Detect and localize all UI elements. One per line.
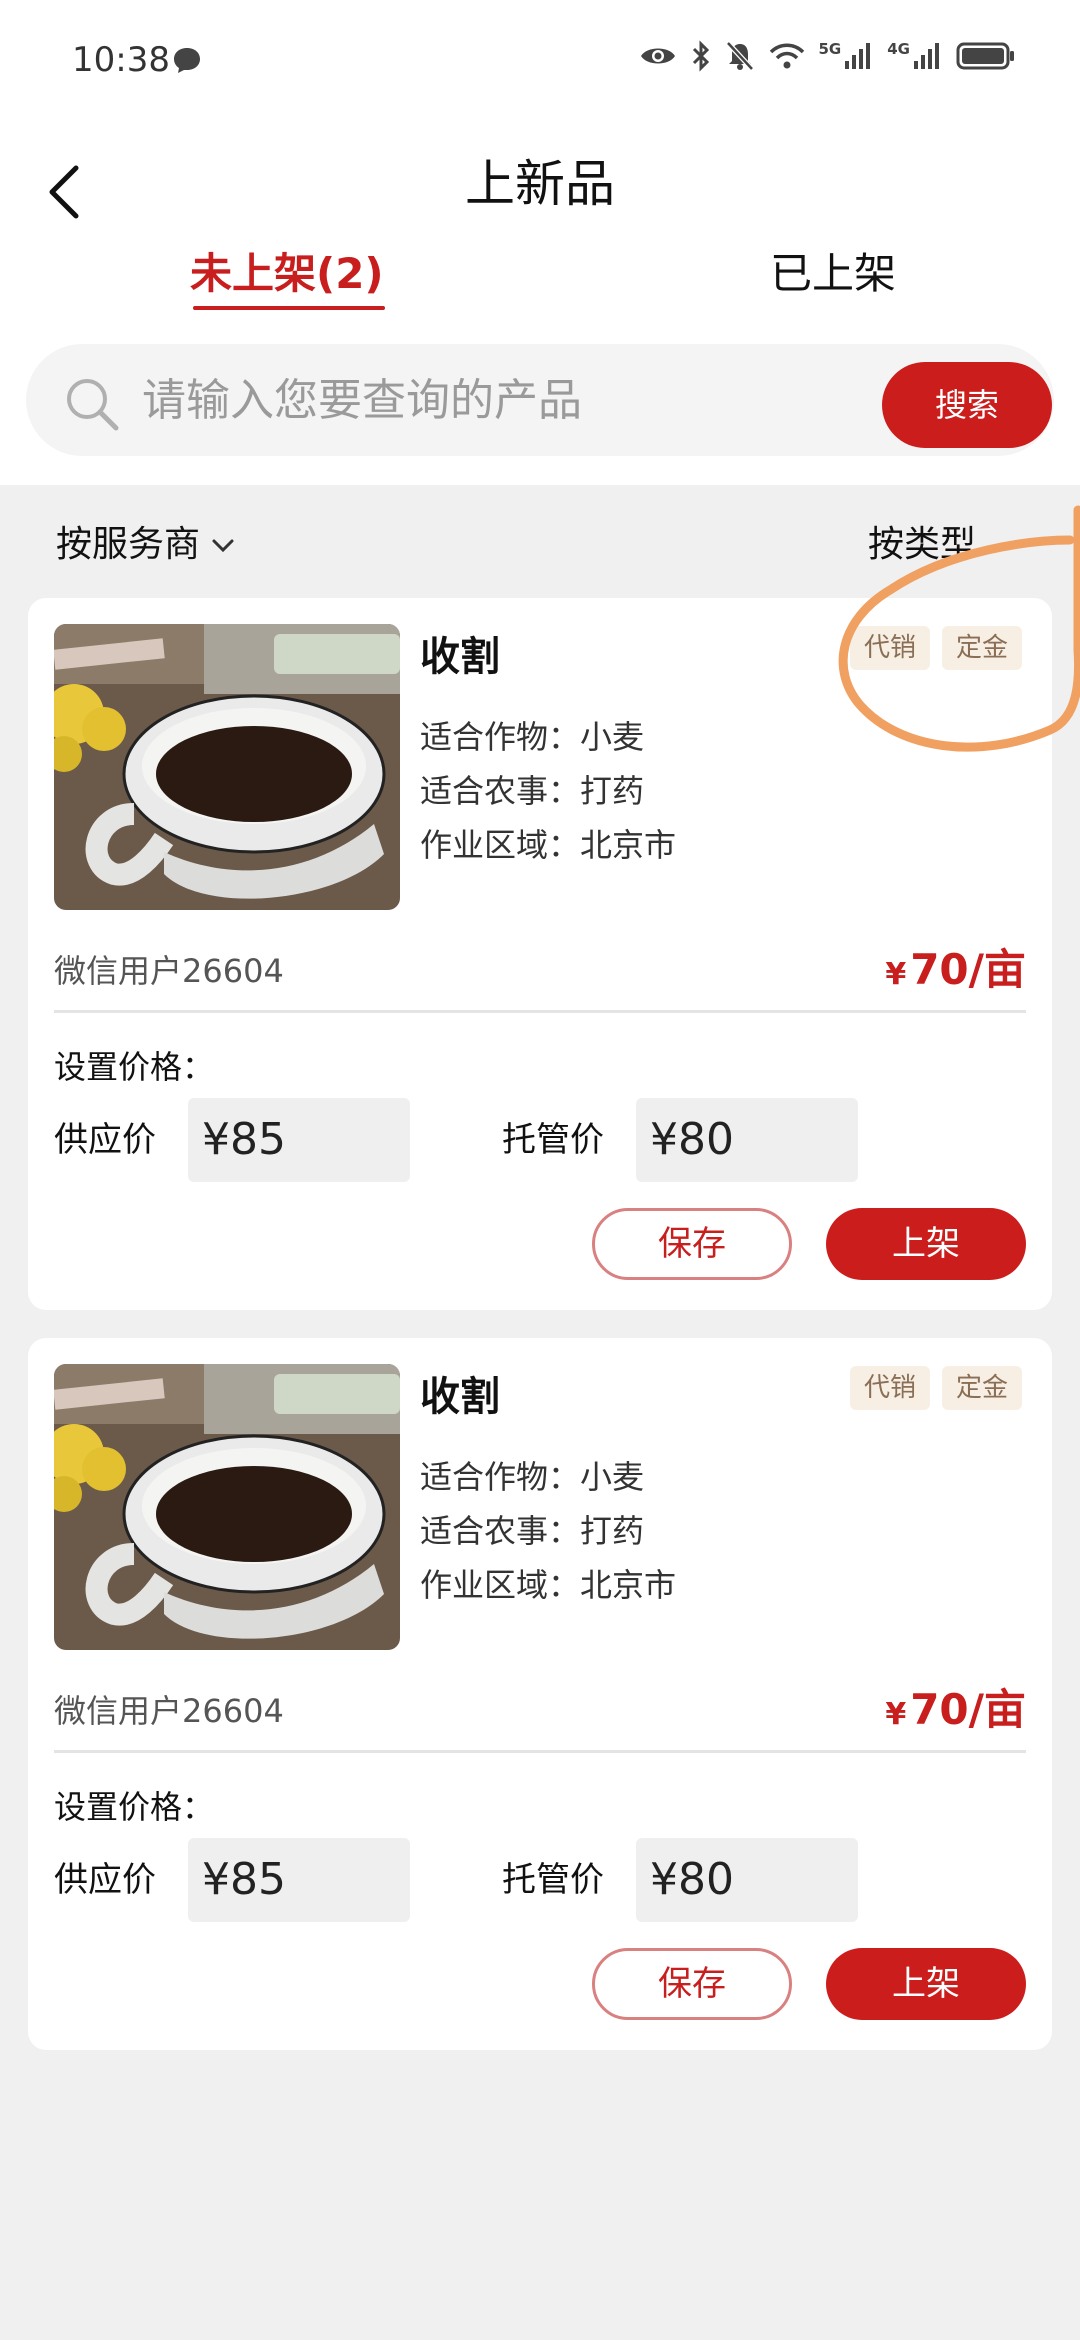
product-crop: 适合作物：小麦 bbox=[420, 1458, 645, 1496]
seller-name: 微信用户26604 bbox=[54, 1692, 284, 1730]
tab-unlisted[interactable]: 未上架(2) bbox=[190, 240, 390, 320]
seller-name: 微信用户26604 bbox=[54, 952, 284, 990]
status-bar: 10:38 5G 4G bbox=[0, 0, 1080, 120]
wifi-icon bbox=[769, 42, 805, 70]
save-button[interactable]: 保存 bbox=[592, 1208, 792, 1280]
search-area: 搜索 bbox=[0, 340, 1080, 485]
header: 上新品 未上架(2) 已上架 bbox=[0, 120, 1080, 340]
eye-icon bbox=[639, 43, 677, 69]
list-button[interactable]: 上架 bbox=[826, 1948, 1026, 2020]
divider bbox=[54, 1750, 1026, 1753]
battery-icon bbox=[956, 41, 1016, 71]
custody-price-label: 托管价 bbox=[502, 1860, 604, 1900]
supply-price-label: 供应价 bbox=[54, 1120, 156, 1160]
product-farming: 适合农事：打药 bbox=[420, 1512, 645, 1550]
network-4g-label: 4G bbox=[887, 40, 910, 58]
divider bbox=[54, 1010, 1026, 1013]
price-currency: ¥ bbox=[885, 957, 907, 992]
tag-consign: 代销 bbox=[850, 1366, 931, 1410]
product-area: 作业区域：北京市 bbox=[420, 826, 677, 864]
tab-listed-label: 已上架 bbox=[770, 249, 897, 298]
custody-price-label: 托管价 bbox=[502, 1120, 604, 1160]
network-5g-label: 5G bbox=[818, 40, 842, 58]
chat-icon bbox=[172, 46, 202, 78]
search-box: 搜索 bbox=[26, 344, 1054, 456]
filter-provider-label: 按服务商 bbox=[56, 524, 201, 565]
tab-listed[interactable]: 已上架 bbox=[770, 240, 900, 320]
tab-active-indicator bbox=[193, 306, 385, 310]
product-price: ¥70/亩 bbox=[885, 936, 1026, 997]
product-name: 收割 bbox=[420, 1374, 500, 1420]
price-currency: ¥ bbox=[885, 1697, 907, 1732]
mute-icon bbox=[725, 40, 755, 72]
filter-type-label: 按类型 bbox=[868, 524, 977, 565]
bluetooth-icon bbox=[691, 40, 711, 72]
signal-4g-icon: 4G bbox=[887, 41, 942, 71]
tag-deposit: 定金 bbox=[942, 626, 1023, 670]
search-input[interactable] bbox=[142, 350, 862, 450]
tag-deposit: 定金 bbox=[942, 1366, 1023, 1410]
product-name: 收割 bbox=[420, 634, 500, 680]
filter-by-type[interactable]: 按类型 bbox=[868, 510, 976, 580]
chevron-down-icon bbox=[212, 539, 234, 553]
custody-price-input[interactable]: ¥80 bbox=[636, 1838, 858, 1922]
tag-consign: 代销 bbox=[850, 626, 931, 670]
price-value: 70/亩 bbox=[910, 945, 1026, 994]
product-area: 作业区域：北京市 bbox=[420, 1566, 677, 1604]
product-image bbox=[54, 1364, 400, 1650]
supply-price-label: 供应价 bbox=[54, 1860, 156, 1900]
signal-5g-icon: 5G bbox=[819, 41, 874, 71]
product-farming: 适合农事：打药 bbox=[420, 772, 645, 810]
tab-unlisted-label: 未上架(2) bbox=[190, 249, 384, 298]
product-image bbox=[54, 624, 400, 910]
page-title: 上新品 bbox=[465, 155, 615, 213]
search-icon bbox=[62, 374, 122, 438]
filter-by-provider[interactable]: 按服务商 bbox=[56, 510, 236, 580]
supply-price-input[interactable]: ¥85 bbox=[188, 1838, 410, 1922]
search-button[interactable]: 搜索 bbox=[882, 362, 1052, 448]
product-card: 收割 代销 定金 适合作物：小麦 适合农事：打药 作业区域：北京市 微信用户26… bbox=[28, 598, 1052, 1310]
supply-price-input[interactable]: ¥85 bbox=[188, 1098, 410, 1182]
custody-price-input[interactable]: ¥80 bbox=[636, 1098, 858, 1182]
list-button[interactable]: 上架 bbox=[826, 1208, 1026, 1280]
price-value: 70/亩 bbox=[910, 1685, 1026, 1734]
product-card: 收割 代销 定金 适合作物：小麦 适合农事：打药 作业区域：北京市 微信用户26… bbox=[28, 1338, 1052, 2050]
product-price: ¥70/亩 bbox=[885, 1676, 1026, 1737]
set-price-label: 设置价格： bbox=[54, 1788, 215, 1826]
status-time: 10:38 bbox=[72, 40, 170, 80]
set-price-label: 设置价格： bbox=[54, 1048, 215, 1086]
product-crop: 适合作物：小麦 bbox=[420, 718, 645, 756]
save-button[interactable]: 保存 bbox=[592, 1948, 792, 2020]
